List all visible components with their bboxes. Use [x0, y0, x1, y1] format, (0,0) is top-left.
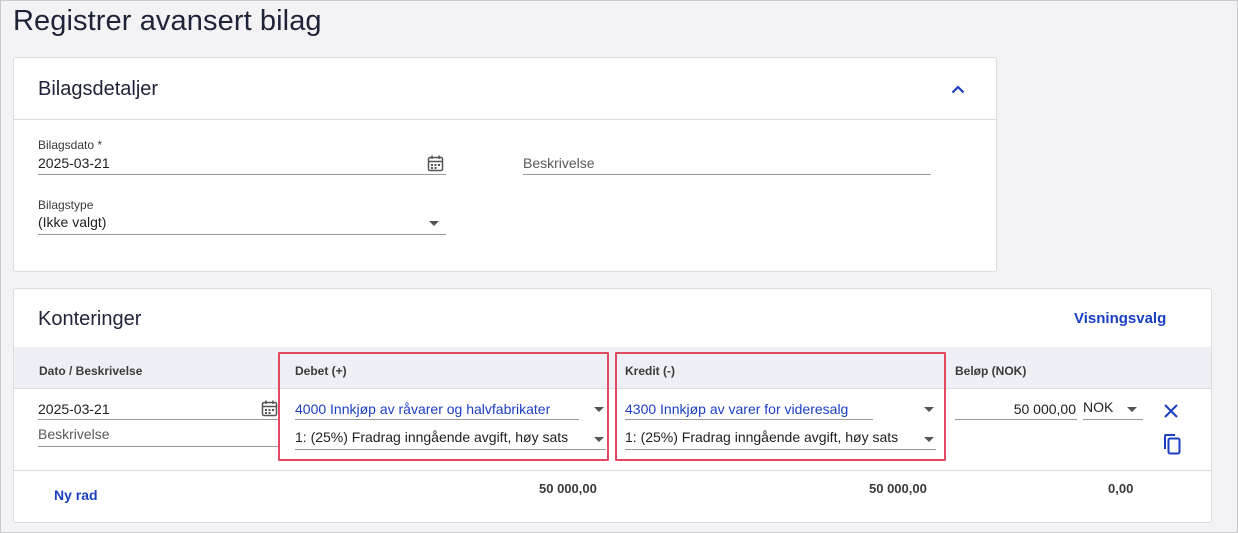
column-header-amount: Beløp (NOK): [955, 364, 1027, 378]
debit-account-underline: [295, 419, 579, 420]
credit-account-select[interactable]: 4300 Innkjøp av varer for videresalg: [625, 401, 848, 417]
copy-icon: [1162, 433, 1182, 460]
collapse-button[interactable]: [948, 80, 968, 100]
amount-total: 0,00: [1108, 481, 1134, 496]
credit-vat-select[interactable]: 1: (25%) Fradrag inngående avgift, høy s…: [625, 429, 898, 445]
close-icon: [1163, 403, 1179, 424]
calendar-icon[interactable]: [425, 153, 445, 173]
description-underline: [523, 174, 931, 175]
column-header-debit: Debet (+): [295, 364, 347, 378]
credit-total: 50 000,00: [869, 481, 927, 496]
voucher-type-underline: [38, 234, 446, 235]
credit-vat-underline: [625, 449, 936, 450]
dropdown-caret-icon[interactable]: [924, 407, 934, 412]
delete-row-button[interactable]: [1161, 403, 1181, 423]
row-date-underline: [38, 419, 278, 420]
postings-table-header: Dato / Beskrivelse Debet (+) Kredit (-) …: [14, 347, 1211, 389]
dropdown-caret-icon[interactable]: [594, 437, 604, 442]
amount-underline: [955, 419, 1077, 420]
copy-row-button[interactable]: [1161, 433, 1183, 460]
currency-select[interactable]: NOK: [1083, 399, 1113, 415]
description-field[interactable]: Beskrivelse: [523, 155, 595, 171]
dropdown-caret-icon[interactable]: [1127, 407, 1137, 412]
page-title: Registrer avansert bilag: [13, 5, 322, 37]
voucher-details-card: Bilagsdetaljer Bilagsdato * 2025-03-21 B…: [13, 57, 997, 272]
dropdown-caret-icon[interactable]: [429, 221, 439, 226]
voucher-details-header[interactable]: Bilagsdetaljer: [14, 58, 996, 120]
dropdown-caret-icon[interactable]: [594, 407, 604, 412]
dropdown-caret-icon[interactable]: [924, 437, 934, 442]
voucher-type-select[interactable]: (Ikke valgt): [38, 214, 106, 230]
row-divider: [14, 470, 1211, 471]
postings-title: Konteringer: [38, 308, 142, 330]
debit-vat-underline: [295, 449, 606, 450]
voucher-date-field[interactable]: 2025-03-21: [38, 155, 110, 171]
voucher-details-title: Bilagsdetaljer: [38, 78, 159, 100]
currency-underline: [1083, 419, 1143, 420]
view-options-button[interactable]: Visningsvalg: [1074, 310, 1166, 327]
postings-card: Konteringer Visningsvalg Dato / Beskrive…: [13, 288, 1212, 523]
voucher-type-label: Bilagstype: [38, 198, 94, 212]
debit-vat-select[interactable]: 1: (25%) Fradrag inngående avgift, høy s…: [295, 429, 568, 445]
row-description-field[interactable]: Beskrivelse: [38, 426, 110, 442]
row-description-underline: [38, 446, 278, 447]
new-row-button[interactable]: Ny rad: [54, 487, 98, 503]
chevron-up-icon: [951, 81, 965, 99]
debit-total: 50 000,00: [539, 481, 597, 496]
debit-account-select[interactable]: 4000 Innkjøp av råvarer og halvfabrikate…: [295, 401, 550, 417]
column-header-date-description: Dato / Beskrivelse: [39, 364, 143, 378]
calendar-icon[interactable]: [259, 398, 279, 418]
voucher-date-underline: [38, 174, 446, 175]
column-header-credit: Kredit (-): [625, 364, 675, 378]
amount-input[interactable]: 50 000,00: [955, 401, 1076, 417]
voucher-date-label: Bilagsdato *: [38, 138, 103, 152]
credit-account-underline: [625, 419, 873, 420]
row-date-field[interactable]: 2025-03-21: [38, 401, 110, 417]
